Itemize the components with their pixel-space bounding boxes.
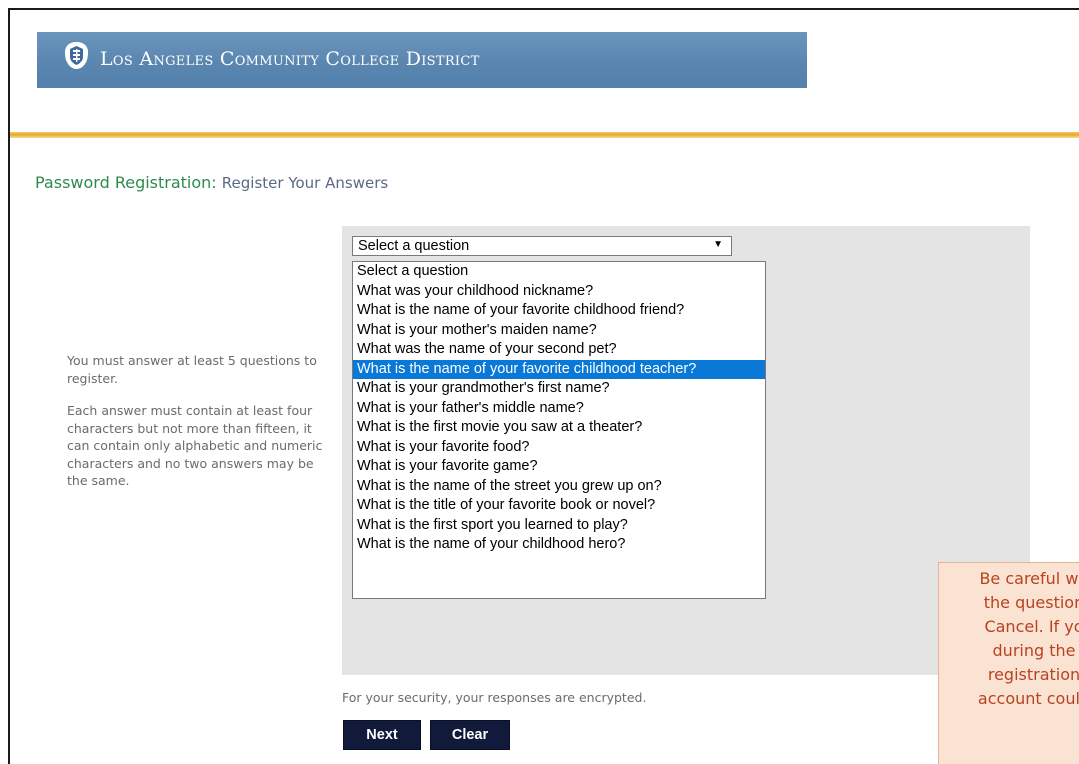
question-dropdown-value: Select a question [358, 238, 470, 254]
question-option[interactable]: What is your grandmother's first name? [353, 379, 765, 399]
callout-line: during the [992, 641, 1076, 660]
instruction-rules: Each answer must contain at least four c… [67, 403, 323, 488]
question-option[interactable]: What is your mother's maiden name? [353, 321, 765, 341]
question-options-list[interactable]: Select a question What was your childhood… [352, 261, 766, 599]
page-title-sub: Register Your Answers [221, 174, 389, 192]
question-option[interactable]: What is the title of your favorite book … [353, 496, 765, 516]
question-option[interactable]: What is your father's middle name? [353, 399, 765, 419]
question-option[interactable]: What is your favorite food? [353, 438, 765, 458]
question-option[interactable]: What is the first sport you learned to p… [353, 516, 765, 536]
browser-frame: Los Angeles Community College District P… [8, 8, 1079, 764]
dropdown-arrow-icon[interactable]: ▼ [713, 239, 723, 250]
warning-callout: Be careful wh the question Cancel. If yo du… [938, 562, 1079, 764]
question-option[interactable]: Select a question [353, 262, 765, 282]
instruction-minimum: You must answer at least 5 questions to … [67, 353, 317, 386]
callout-line: Be careful wh [979, 569, 1079, 588]
question-option[interactable]: What was the name of your second pet? [353, 340, 765, 360]
question-option[interactable]: What is the name of your favorite childh… [353, 359, 765, 379]
clear-button[interactable]: Clear [430, 720, 510, 750]
question-option[interactable]: What is the name of your childhood hero? [353, 535, 765, 555]
org-name: Los Angeles Community College District [100, 48, 480, 70]
question-option[interactable]: What is the name of your favorite childh… [353, 301, 765, 321]
header-divider [10, 132, 1079, 138]
question-dropdown[interactable]: Select a question ▼ [352, 236, 732, 256]
page-title-main: Password Registration: [35, 173, 217, 192]
instructions: You must answer at least 5 questions to … [67, 352, 329, 505]
page-title: Password Registration: Register Your Ans… [35, 173, 388, 192]
callout-line: account could [977, 689, 1079, 708]
warning-callout-text: Be careful wh the question Cancel. If yo du… [939, 567, 1079, 711]
question-option[interactable]: What is the first movie you saw at a the… [353, 418, 765, 438]
security-note: For your security, your responses are en… [342, 690, 647, 705]
lacc-seal-icon [65, 42, 88, 69]
header-banner: Los Angeles Community College District [37, 32, 807, 88]
callout-line: registration [987, 665, 1079, 684]
next-button[interactable]: Next [343, 720, 421, 750]
question-option[interactable]: What was your childhood nickname? [353, 282, 765, 302]
question-option[interactable]: What is the name of the street you grew … [353, 477, 765, 497]
callout-line: Cancel. If yo [984, 617, 1079, 636]
callout-line: the question [983, 593, 1079, 612]
question-option[interactable]: What is your favorite game? [353, 457, 765, 477]
